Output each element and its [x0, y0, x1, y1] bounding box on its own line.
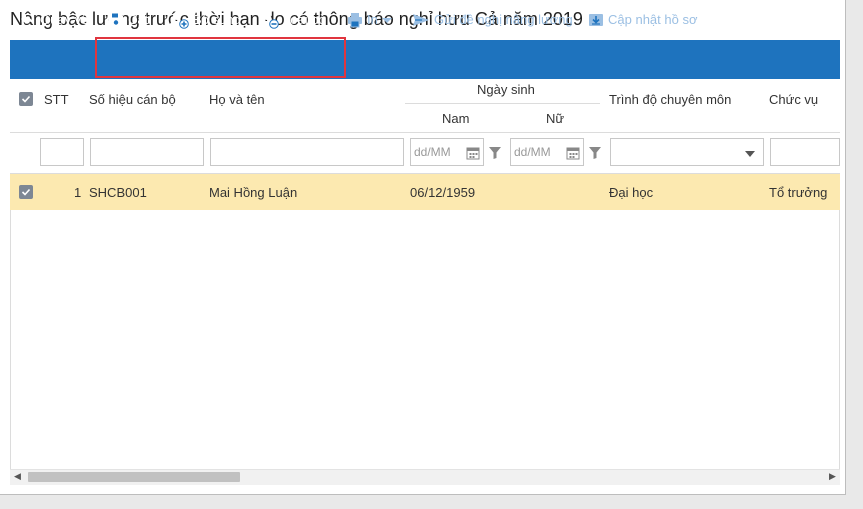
cell-education: Đại học [609, 185, 654, 200]
column-header-male[interactable]: Nam [442, 111, 469, 126]
update-records-icon [589, 13, 603, 26]
scroll-left-arrow-icon[interactable]: ◀ [14, 471, 21, 482]
send-raise-request-button[interactable]: Gửi đề nghị nâng lương [412, 0, 573, 39]
calendar-icon[interactable] [466, 146, 480, 160]
scrollbar-thumb[interactable] [28, 472, 240, 482]
column-header-name[interactable]: Họ và tên [209, 92, 265, 107]
cell-dob-male: 06/12/1959 [410, 185, 476, 200]
toolbar [10, 40, 840, 79]
window-edge-bottom [0, 495, 863, 509]
header-group-divider [405, 103, 600, 104]
filter-position-input[interactable] [770, 138, 840, 166]
save-button[interactable]: Cất [108, 0, 148, 39]
add-employee-button[interactable]: Bổ sung [169, 0, 241, 39]
print-button-label: In [367, 12, 378, 27]
update-records-label: Cập nhật hồ sơ [608, 12, 698, 27]
back-button[interactable]: Quay về [20, 0, 88, 39]
add-user-icon [169, 11, 189, 29]
filter-stt-input[interactable] [40, 138, 84, 166]
caret-down-icon [381, 17, 392, 23]
printer-icon [348, 12, 362, 27]
checkmark-icon [21, 95, 31, 103]
reload-button[interactable]: Nạp [719, 0, 763, 39]
filter-education-select[interactable] [610, 138, 764, 166]
back-arrow-icon [21, 13, 34, 26]
cell-position: Tổ trưởng [769, 185, 828, 200]
window-edge-right [846, 0, 863, 509]
scroll-right-arrow-icon[interactable]: ▶ [829, 471, 836, 482]
add-employee-label: Bổ sung [193, 12, 241, 27]
cell-name: Mai Hồng Luận [209, 185, 298, 200]
dropdown-caret-icon[interactable] [745, 150, 755, 158]
column-header-education[interactable]: Trình độ chuyên môn [609, 92, 731, 107]
filter-dob-female-placeholder: dd/MM [514, 145, 551, 159]
filter-dob-male-placeholder: dd/MM [414, 145, 451, 159]
cell-code: SHCB001 [89, 185, 147, 200]
save-icon [109, 12, 123, 27]
filter-name-input[interactable] [210, 138, 404, 166]
print-button[interactable]: In [347, 0, 396, 39]
filter-code-input[interactable] [90, 138, 204, 166]
back-button-label: Quay về [40, 12, 89, 27]
column-header-position[interactable]: Chức vụ [769, 92, 818, 107]
send-icon [413, 13, 429, 26]
select-all-checkbox[interactable] [19, 92, 33, 106]
refresh-icon [720, 12, 734, 27]
remove-user-icon [259, 11, 279, 29]
reload-button-label: Nạp [739, 12, 763, 27]
column-header-stt[interactable]: STT [44, 92, 69, 107]
send-raise-request-label: Gửi đề nghị nâng lương [434, 12, 573, 27]
cell-stt: 1 [74, 185, 82, 200]
save-button-label: Cất [128, 12, 149, 27]
remove-employee-label: Loại bỏ [283, 12, 326, 27]
remove-employee-button[interactable]: Loại bỏ [259, 0, 326, 39]
calendar-icon[interactable] [566, 146, 580, 160]
filter-funnel-icon[interactable] [588, 146, 602, 160]
column-header-dob: Ngày sinh [477, 82, 535, 97]
column-header-female[interactable]: Nữ [546, 111, 564, 126]
filter-funnel-icon[interactable] [488, 146, 502, 160]
column-header-code[interactable]: Số hiệu cán bộ [89, 92, 176, 107]
update-records-button[interactable]: Cập nhật hồ sơ [588, 0, 697, 39]
checkmark-icon [21, 188, 31, 196]
row-checkbox[interactable] [19, 185, 33, 199]
